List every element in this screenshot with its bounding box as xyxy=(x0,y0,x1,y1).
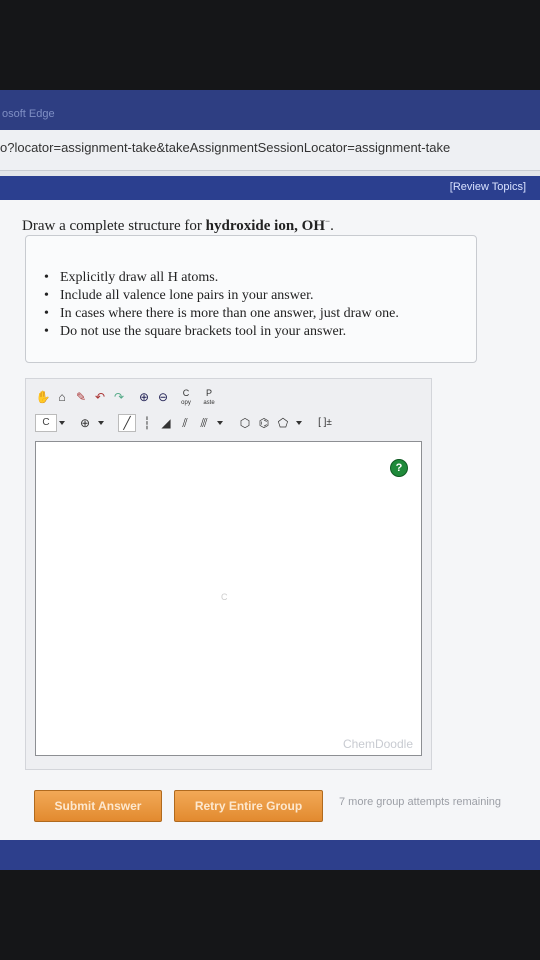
assignment-nav-strip: [Review Topics] xyxy=(0,176,540,200)
lasso-icon[interactable]: ⌂ xyxy=(54,389,70,405)
review-topics-link[interactable]: [Review Topics] xyxy=(450,181,526,193)
instructions-list: Explicitly draw all H atoms. Include all… xyxy=(44,269,399,341)
canvas-atom-marker: C xyxy=(221,592,228,602)
eraser-icon[interactable]: ✎ xyxy=(73,389,89,405)
paste-button[interactable]: Paste xyxy=(201,388,217,407)
undo-icon[interactable]: ↶ xyxy=(92,389,108,405)
instructions-box: Explicitly draw all H atoms. Include all… xyxy=(25,235,477,363)
chevron-down-icon[interactable] xyxy=(98,421,104,425)
single-bond-icon[interactable]: ╱ xyxy=(118,414,136,432)
question-panel: Draw a complete structure for hydroxide … xyxy=(0,200,540,870)
instruction-item: Include all valence lone pairs in your a… xyxy=(44,287,399,305)
triple-bond-icon[interactable]: ⫻ xyxy=(196,415,212,431)
redo-icon[interactable]: ↷ xyxy=(111,389,127,405)
copy-label: C xyxy=(182,388,190,398)
chevron-down-icon[interactable] xyxy=(296,421,302,425)
wedge-bond-icon[interactable]: ◢ xyxy=(158,415,174,431)
question-prefix: Draw a complete structure for xyxy=(22,218,206,234)
browser-window: osoft Edge o?locator=assignment-take&tak… xyxy=(0,90,540,870)
bracket-tool-icon[interactable]: [ ]± xyxy=(312,415,338,431)
zoom-out-icon[interactable]: ⊖ xyxy=(155,389,171,405)
cyclopentane-icon[interactable]: ⬠ xyxy=(275,415,291,431)
instruction-item: Explicitly draw all H atoms. xyxy=(44,269,399,287)
hand-icon[interactable]: ✋ xyxy=(35,389,51,405)
attempts-remaining-text: 7 more group attempts remaining xyxy=(339,796,502,808)
retry-group-button[interactable]: Retry Entire Group xyxy=(174,790,323,822)
chevron-down-icon[interactable] xyxy=(59,421,65,425)
paste-sublabel: aste xyxy=(203,400,215,406)
title-bar: osoft Edge xyxy=(0,90,540,130)
window-title: osoft Edge xyxy=(2,108,55,120)
submit-answer-button[interactable]: Submit Answer xyxy=(34,790,162,822)
toolbar-row-2: C ⊕ ╱ ┆ ◢ ⫽ ⫻ ⬡ ⌬ ⬠ [ ]± xyxy=(35,413,341,433)
drawing-canvas[interactable]: ? C ChemDoodle xyxy=(35,441,422,756)
instruction-item: In cases where there is more than one an… xyxy=(44,305,399,323)
instruction-item: Do not use the square brackets tool in y… xyxy=(44,323,399,341)
benzene-icon[interactable]: ⌬ xyxy=(256,415,272,431)
copy-button[interactable]: Copy xyxy=(178,388,194,407)
copy-sublabel: opy xyxy=(181,400,191,406)
help-icon[interactable]: ? xyxy=(390,459,408,477)
bottom-strip xyxy=(0,840,540,870)
double-bond-icon[interactable]: ⫽ xyxy=(177,415,193,431)
chemdoodle-editor: ✋ ⌂ ✎ ↶ ↷ ⊕ ⊖ Copy Paste C ⊕ ╱ ┆ ◢ ⫽ ⫻ ⬡… xyxy=(25,378,432,770)
charge-tool-icon[interactable]: ⊕ xyxy=(77,415,93,431)
paste-label: P xyxy=(205,388,212,398)
zoom-in-icon[interactable]: ⊕ xyxy=(136,389,152,405)
question-bold: hydroxide ion, OH xyxy=(205,218,326,234)
element-selector[interactable]: C xyxy=(35,414,57,432)
cyclohexane-icon[interactable]: ⬡ xyxy=(237,415,253,431)
dashed-bond-icon[interactable]: ┆ xyxy=(139,415,155,431)
question-suffix: . xyxy=(330,218,334,234)
toolbar-row-1: ✋ ⌂ ✎ ↶ ↷ ⊕ ⊖ Copy Paste xyxy=(35,387,220,407)
address-bar[interactable]: o?locator=assignment-take&takeAssignment… xyxy=(0,130,540,171)
chevron-down-icon[interactable] xyxy=(217,421,223,425)
chemdoodle-watermark: ChemDoodle xyxy=(342,737,413,751)
question-text: Draw a complete structure for hydroxide … xyxy=(22,216,334,235)
url-text[interactable]: o?locator=assignment-take&takeAssignment… xyxy=(0,140,450,155)
